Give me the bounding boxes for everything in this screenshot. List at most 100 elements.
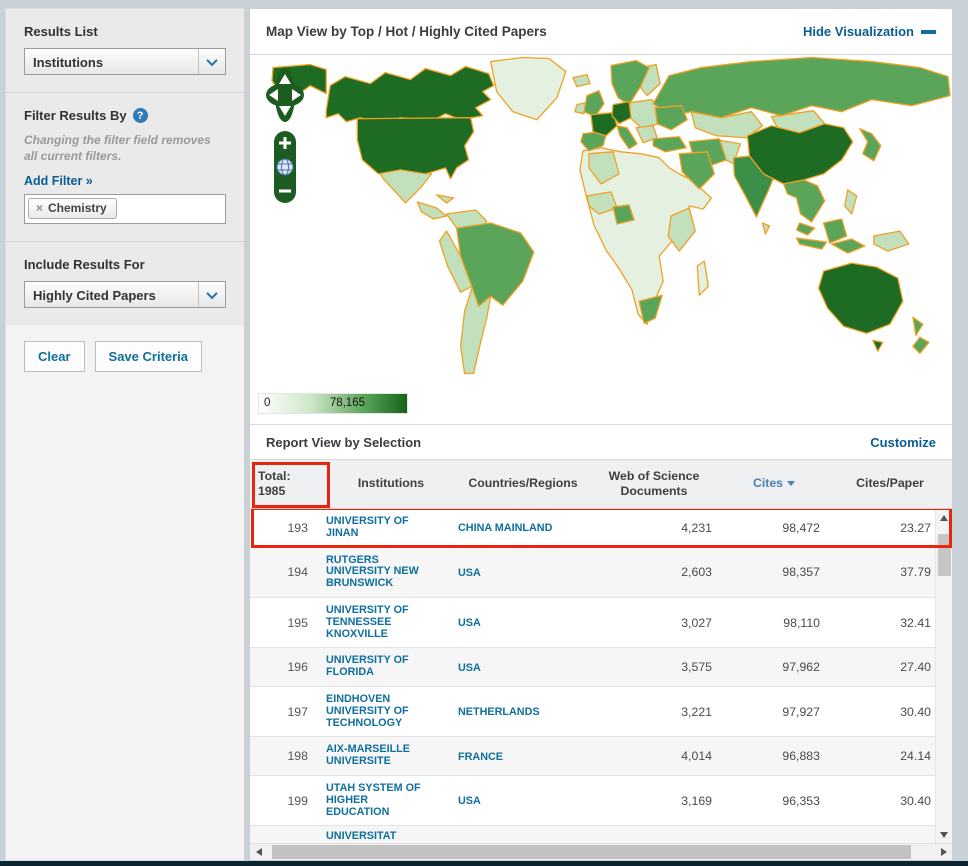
map-view-title: Map View by Top / Hot / Highly Cited Pap… — [266, 24, 547, 39]
sidebar-filter-panel: Results List Institutions Filter Results… — [6, 9, 244, 326]
include-results-selected-value: Highly Cited Papers — [33, 288, 156, 304]
include-results-label: Include Results For — [24, 257, 145, 273]
active-filters-box[interactable]: × Chemistry — [24, 194, 226, 225]
row-cites-per-paper: 32.41 — [900, 615, 931, 630]
legend-min-value: 0 — [264, 397, 271, 409]
row-cites: 97,962 — [782, 660, 820, 675]
zoom-control[interactable] — [274, 131, 296, 203]
row-wos-documents: 4,231 — [681, 520, 712, 535]
column-header-cites-sort[interactable]: Cites — [720, 476, 828, 491]
include-results-section: Include Results For Highly Cited Papers — [6, 241, 244, 325]
row-cites-per-paper: 37.79 — [900, 565, 931, 580]
table-row[interactable]: 196 UNIVERSITY OF FLORIDA USA 3,575 97,9… — [250, 648, 935, 687]
table-header-row: Total: 1985 Institutions Countries/Regio… — [250, 459, 952, 509]
table-row[interactable]: 194 RUTGERS UNIVERSITY NEW BRUNSWICK USA… — [250, 547, 935, 598]
map-view-header: Map View by Top / Hot / Highly Cited Pap… — [250, 9, 952, 55]
include-results-select[interactable]: Highly Cited Papers — [24, 281, 226, 309]
vertical-scrollbar[interactable] — [935, 509, 952, 843]
institution-link[interactable]: UNIVERSITY OF TENNESSEE KNOXVILLE — [326, 604, 422, 640]
map-legend: 0 78,165 — [250, 389, 952, 425]
hide-visualization-link[interactable]: Hide Visualization — [803, 24, 936, 39]
table-row[interactable]: 193 UNIVERSITY OF JINAN CHINA MAINLAND 4… — [250, 509, 952, 548]
country-link[interactable]: USA — [458, 662, 481, 675]
table-row[interactable]: 197 EINDHOVEN UNIVERSITY OF TECHNOLOGY N… — [250, 686, 935, 738]
institution-link[interactable]: EINDHOVEN UNIVERSITY OF TECHNOLOGY — [326, 693, 422, 729]
pan-control[interactable] — [266, 68, 304, 122]
horizontal-scrollbar[interactable] — [250, 843, 952, 860]
row-rank: 199 — [287, 793, 308, 808]
filter-note-text: Changing the filter field removes all cu… — [24, 133, 211, 164]
row-cites: 98,472 — [782, 520, 820, 535]
column-header-wos-documents: Web of Science Documents — [608, 468, 700, 498]
row-rank: 196 — [287, 660, 308, 675]
vertical-scroll-thumb[interactable] — [937, 534, 951, 576]
results-list-section: Results List Institutions — [6, 9, 244, 92]
filter-tag-label: Chemistry — [48, 201, 107, 216]
column-header-total: Total: 1985 — [258, 468, 291, 498]
chevron-down-icon[interactable] — [198, 282, 225, 308]
scroll-down-icon[interactable] — [936, 826, 953, 843]
institution-link[interactable]: AIX-MARSEILLE UNIVERSITE — [326, 744, 422, 768]
row-wos-documents: 3,221 — [681, 704, 712, 719]
row-cites-per-paper: 30.40 — [900, 793, 931, 808]
esi-application: Results List Institutions Filter Results… — [5, 8, 953, 861]
filter-sidebar: Results List Institutions Filter Results… — [5, 8, 245, 861]
row-wos-documents: 3,027 — [681, 615, 712, 630]
horizontal-scroll-track[interactable] — [267, 844, 935, 860]
chevron-down-icon[interactable] — [198, 49, 225, 74]
filter-by-section: Filter Results By ? Changing the filter … — [6, 92, 244, 241]
table-row[interactable]: 195 UNIVERSITY OF TENNESSEE KNOXVILLE US… — [250, 597, 935, 649]
report-view-title: Report View by Selection — [266, 434, 422, 450]
scroll-right-icon[interactable] — [935, 844, 952, 861]
row-cites: 96,883 — [782, 749, 820, 764]
row-rank: 194 — [287, 565, 308, 580]
results-list-selected-value: Institutions — [33, 55, 104, 70]
report-view-header: Report View by Selection Customize — [250, 425, 952, 459]
row-wos-documents: 4,014 — [681, 749, 712, 764]
window-bottom-edge — [0, 861, 968, 866]
sidebar-actions: Clear Save Criteria — [6, 325, 244, 860]
country-link[interactable]: USA — [458, 567, 481, 580]
filter-tag-chemistry[interactable]: × Chemistry — [28, 198, 117, 220]
scroll-left-icon[interactable] — [250, 844, 267, 861]
row-cites-per-paper: 23.27 — [900, 520, 931, 535]
institution-link[interactable]: UTAH SYSTEM OF HIGHER EDUCATION — [326, 782, 422, 818]
scroll-up-icon[interactable] — [936, 509, 953, 526]
map-navigation-controls[interactable] — [264, 67, 308, 217]
country-link[interactable]: USA — [458, 617, 481, 630]
row-wos-documents: 3,575 — [681, 660, 712, 675]
country-link[interactable]: CHINA MAINLAND — [458, 523, 552, 535]
clear-button[interactable]: Clear — [24, 341, 85, 373]
add-filter-link[interactable]: Add Filter » — [24, 174, 93, 188]
country-link[interactable]: NETHERLANDS — [458, 706, 540, 719]
sort-caret-icon — [787, 481, 796, 487]
results-list-select[interactable]: Institutions — [24, 48, 226, 75]
row-rank: 195 — [287, 615, 308, 630]
help-icon[interactable]: ? — [132, 108, 148, 123]
table-body-area: 193 UNIVERSITY OF JINAN CHINA MAINLAND 4… — [250, 509, 952, 843]
world-map-area[interactable] — [250, 55, 952, 389]
row-wos-documents: 2,603 — [681, 565, 712, 580]
globe-icon[interactable] — [276, 158, 294, 176]
table-row[interactable]: UNIVERSITAT — [250, 826, 935, 843]
table-row[interactable]: 198 AIX-MARSEILLE UNIVERSITE FRANCE 4,01… — [250, 737, 935, 776]
row-cites: 97,927 — [782, 704, 820, 719]
institution-link[interactable]: UNIVERSITY OF JINAN — [326, 515, 422, 540]
table-row[interactable]: 199 UTAH SYSTEM OF HIGHER EDUCATION USA … — [250, 775, 935, 827]
row-wos-documents: 3,169 — [681, 793, 712, 808]
column-header-countries: Countries/Regions — [468, 476, 578, 491]
institution-link[interactable]: RUTGERS UNIVERSITY NEW BRUNSWICK — [326, 554, 422, 590]
horizontal-scroll-thumb[interactable] — [272, 845, 911, 859]
table-body: 193 UNIVERSITY OF JINAN CHINA MAINLAND 4… — [250, 509, 952, 843]
remove-filter-icon[interactable]: × — [36, 201, 43, 215]
world-choropleth-map[interactable] — [250, 55, 952, 389]
customize-link[interactable]: Customize — [870, 435, 936, 450]
institution-link[interactable]: UNIVERSITAT — [326, 831, 396, 843]
country-link[interactable]: USA — [458, 795, 481, 808]
row-rank: 197 — [287, 704, 308, 719]
country-link[interactable]: FRANCE — [458, 751, 503, 764]
legend-gradient-bar: 0 78,165 — [258, 393, 408, 414]
row-rank: 193 — [287, 520, 308, 535]
institution-link[interactable]: UNIVERSITY OF FLORIDA — [326, 655, 422, 679]
save-criteria-button[interactable]: Save Criteria — [94, 341, 203, 373]
